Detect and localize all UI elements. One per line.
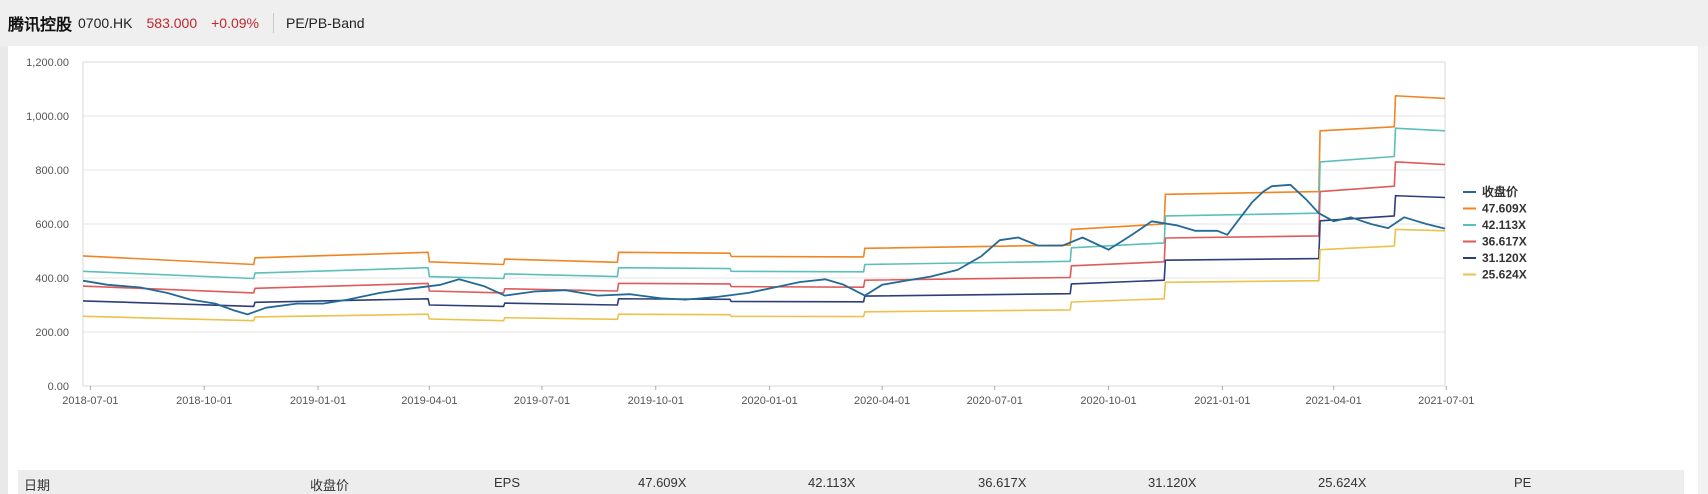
table-column-header[interactable]: 47.609X (638, 475, 686, 490)
y-tick-label: 0.00 (48, 381, 69, 393)
y-tick-label: 1,000.00 (26, 111, 69, 123)
series-line-close-price (82, 183, 1446, 316)
x-tick-label: 2021-07-01 (1418, 395, 1474, 407)
legend-label: 42.113X (1482, 218, 1526, 232)
x-tick-label: 2019-10-01 (628, 395, 684, 407)
table-column-header[interactable]: PE (1514, 475, 1531, 490)
y-tick-label: 1,200.00 (26, 57, 69, 69)
x-tick-label: 2019-04-01 (401, 395, 457, 407)
x-tick-label: 2018-10-01 (176, 395, 232, 407)
legend-label: 收盘价 (1482, 184, 1519, 199)
table-column-header[interactable]: 31.120X (1148, 475, 1196, 490)
y-tick-label: 600.00 (35, 219, 69, 231)
scrollbar[interactable] (1698, 46, 1708, 494)
table-column-header[interactable]: 日期 (24, 475, 50, 494)
stock-name: 腾讯控股 (8, 17, 73, 34)
x-tick-label: 2021-01-01 (1194, 395, 1250, 407)
stock-code: 0700.HK (78, 15, 133, 31)
table-column-header[interactable]: 25.624X (1318, 475, 1366, 490)
legend-label: 36.617X (1482, 235, 1527, 249)
x-tick-label: 2019-07-01 (514, 395, 570, 407)
x-tick-label: 2018-07-01 (62, 395, 118, 407)
stock-price: 583.000 (146, 15, 198, 31)
legend-label: 47.609X (1482, 202, 1527, 216)
x-tick-label: 2019-01-01 (290, 395, 346, 407)
stock-header: 腾讯控股 0700.HK 583.000 +0.09% PE/PB-Band (0, 0, 1708, 46)
series-line-47-609X (82, 95, 1446, 266)
stock-change: +0.09% (211, 15, 259, 31)
table-column-header[interactable]: 收盘价 (310, 475, 349, 494)
x-tick-label: 2021-04-01 (1306, 395, 1362, 407)
chart-panel: 0.00 200.00 400.00 600.00 800.00 1,000.00 1,20… (8, 46, 1698, 494)
table-column-header[interactable]: EPS (494, 475, 520, 490)
legend-label: 31.120X (1482, 251, 1527, 265)
y-tick-label: 400.00 (35, 273, 69, 285)
series-line-25-624X (82, 228, 1446, 322)
band-title: PE/PB-Band (285, 15, 365, 31)
table-column-header[interactable]: 42.113X (808, 475, 855, 490)
table-column-header[interactable]: 36.617X (978, 475, 1026, 490)
y-tick-label: 800.00 (35, 165, 69, 177)
x-tick-label: 2020-04-01 (854, 395, 910, 407)
x-tick-label: 2020-07-01 (967, 395, 1023, 407)
table-header: 日期 收盘价 EPS 47.609X 42.113X 36.617X 31.120X 25.6… (18, 470, 1684, 494)
y-tick-label: 200.00 (35, 327, 69, 339)
legend-label: 25.624X (1482, 268, 1527, 282)
pe-band-chart: 0.00 200.00 400.00 600.00 800.00 1,000.00 1,20… (26, 57, 1527, 407)
header-divider (272, 13, 274, 33)
x-tick-label: 2020-10-01 (1080, 395, 1136, 407)
x-tick-label: 2020-01-01 (741, 395, 797, 407)
series-line-36-617X (82, 161, 1446, 294)
